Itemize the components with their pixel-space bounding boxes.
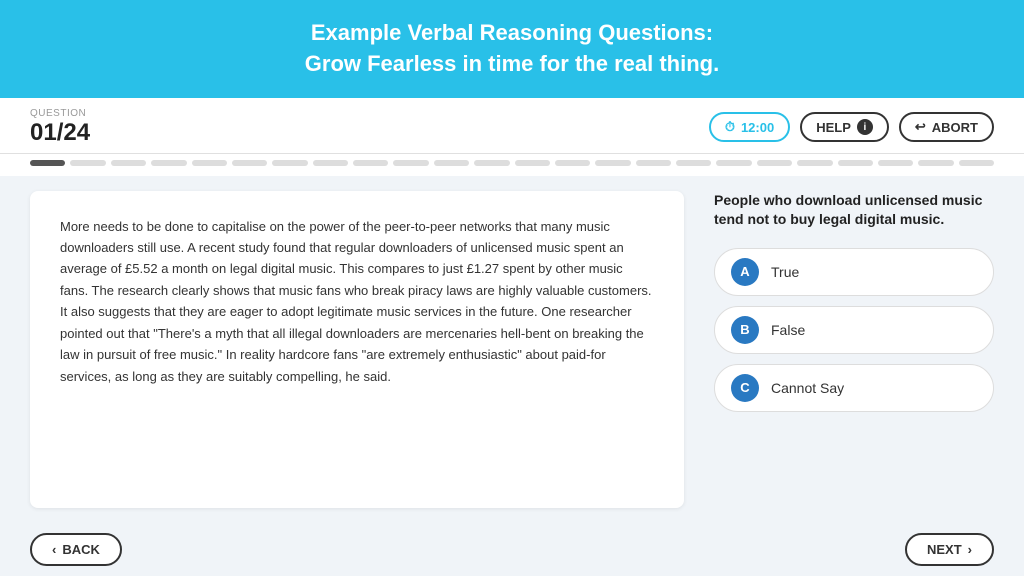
back-label: BACK [62, 542, 100, 557]
topbar-controls: ⏱ 12:00 HELP i ↩ ABORT [709, 112, 994, 142]
option-label-b: False [771, 322, 805, 338]
progress-segment [272, 160, 307, 166]
progress-bar [0, 154, 1024, 176]
progress-segment [313, 160, 348, 166]
info-icon: i [857, 119, 873, 135]
progress-segment [959, 160, 994, 166]
question-number: 01/24 [30, 119, 90, 147]
header-title: Example Verbal Reasoning Questions: Grow… [40, 18, 984, 80]
option-label-a: True [771, 264, 799, 280]
progress-segment [515, 160, 550, 166]
option-circle-b: B [731, 316, 759, 344]
progress-segment [676, 160, 711, 166]
abort-button[interactable]: ↩ ABORT [899, 112, 994, 142]
page-header: Example Verbal Reasoning Questions: Grow… [0, 0, 1024, 98]
progress-segment [636, 160, 671, 166]
progress-segment [30, 160, 65, 166]
progress-segment [70, 160, 105, 166]
next-label: NEXT [927, 542, 962, 557]
progress-segment [555, 160, 590, 166]
back-chevron-icon: ‹ [52, 542, 56, 557]
progress-segment [838, 160, 873, 166]
help-button[interactable]: HELP i [800, 112, 889, 142]
progress-segment [192, 160, 227, 166]
question-statement: People who download unlicensed music ten… [714, 191, 994, 230]
progress-segment [474, 160, 509, 166]
question-label: QUESTION [30, 108, 90, 119]
passage-text: More needs to be done to capitalise on t… [60, 216, 654, 483]
progress-segment [151, 160, 186, 166]
main-content: More needs to be done to capitalise on t… [0, 176, 1024, 523]
topbar: QUESTION 01/24 ⏱ 12:00 HELP i ↩ ABORT [0, 98, 1024, 154]
question-counter: QUESTION 01/24 [30, 108, 90, 147]
abort-icon: ↩ [915, 119, 926, 135]
option-circle-c: C [731, 374, 759, 402]
answer-option-a[interactable]: A True [714, 248, 994, 296]
progress-segment [878, 160, 913, 166]
option-label-c: Cannot Say [771, 380, 844, 396]
progress-segment [393, 160, 428, 166]
progress-segment [918, 160, 953, 166]
answer-option-c[interactable]: C Cannot Say [714, 364, 994, 412]
abort-label: ABORT [932, 120, 978, 135]
next-button[interactable]: NEXT › [905, 533, 994, 566]
progress-segment [757, 160, 792, 166]
timer-value: 12:00 [741, 120, 774, 135]
progress-segment [111, 160, 146, 166]
help-label: HELP [816, 120, 851, 135]
progress-segment [434, 160, 469, 166]
answer-panel: People who download unlicensed music ten… [714, 191, 994, 412]
answer-option-b[interactable]: B False [714, 306, 994, 354]
progress-segment [232, 160, 267, 166]
answer-options: A True B False C Cannot Say [714, 248, 994, 412]
clock-icon: ⏱ [725, 119, 735, 135]
progress-segment [797, 160, 832, 166]
progress-segment [595, 160, 630, 166]
progress-segment [353, 160, 388, 166]
back-button[interactable]: ‹ BACK [30, 533, 122, 566]
timer-button[interactable]: ⏱ 12:00 [709, 112, 790, 142]
question-card: More needs to be done to capitalise on t… [30, 191, 684, 508]
progress-segment [716, 160, 751, 166]
option-circle-a: A [731, 258, 759, 286]
footer-nav: ‹ BACK NEXT › [0, 523, 1024, 576]
next-chevron-icon: › [968, 542, 972, 557]
